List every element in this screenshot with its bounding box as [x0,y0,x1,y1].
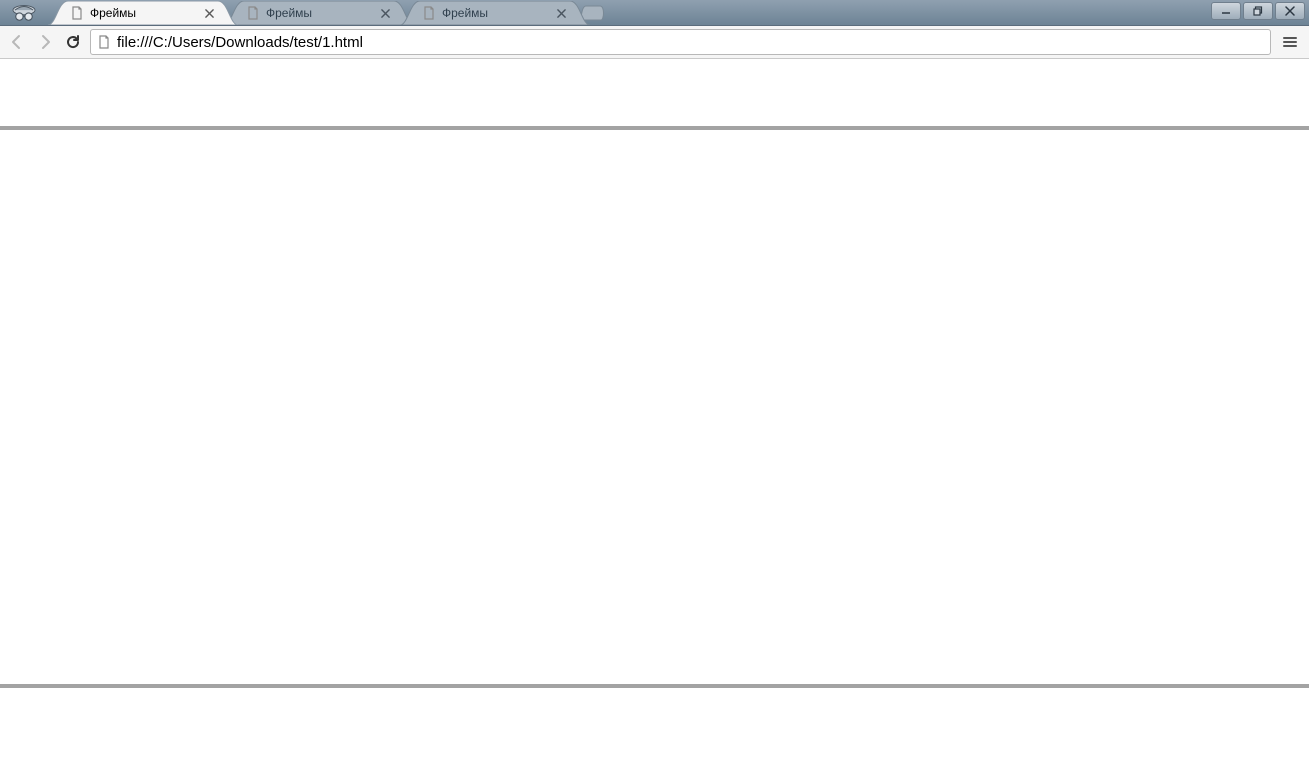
file-icon [246,6,260,20]
toolbar [0,26,1309,59]
window-controls [1209,2,1305,20]
tab-2[interactable]: Фреймы [224,1,414,25]
tab-close-button[interactable] [554,6,568,20]
forward-button[interactable] [34,31,56,53]
tab-close-button[interactable] [378,6,392,20]
tab-1[interactable]: Фреймы [48,1,238,25]
titlebar: Фреймы Фреймы Фрей [0,0,1309,26]
file-icon [97,35,111,49]
frame-top [0,60,1309,130]
tab-title: Фреймы [442,6,554,20]
page-viewport [0,60,1309,767]
frame-middle [0,130,1309,688]
back-button[interactable] [6,31,28,53]
tab-strip: Фреймы Фреймы Фрей [48,0,606,25]
close-button[interactable] [1275,2,1305,20]
maximize-button[interactable] [1243,2,1273,20]
tab-3[interactable]: Фреймы [400,1,590,25]
tab-close-button[interactable] [202,6,216,20]
incognito-icon [0,0,48,25]
file-icon [70,6,84,20]
menu-button[interactable] [1277,29,1303,55]
frame-bottom [0,688,1309,758]
file-icon [422,6,436,20]
reload-button[interactable] [62,31,84,53]
tab-title: Фреймы [90,6,202,20]
address-bar[interactable] [90,29,1271,55]
url-input[interactable] [117,30,1264,54]
tab-title: Фреймы [266,6,378,20]
minimize-button[interactable] [1211,2,1241,20]
